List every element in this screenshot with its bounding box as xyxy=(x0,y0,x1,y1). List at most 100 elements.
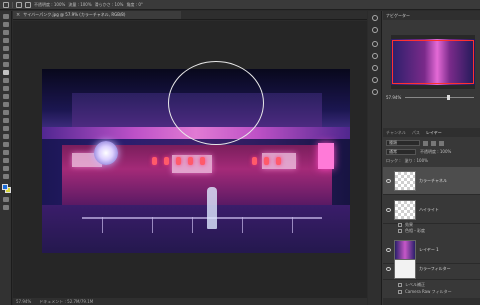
layer-name[interactable]: ハイライト xyxy=(419,207,439,213)
status-zoom[interactable]: 57.94% xyxy=(16,299,31,304)
hand-tool-icon[interactable] xyxy=(3,158,9,163)
brush-settings-panel-icon[interactable] xyxy=(372,89,378,95)
layer-row[interactable]: カラーチャネル xyxy=(383,167,480,195)
smart-filter-name: レベル補正 xyxy=(405,282,425,287)
quick-mask-icon[interactable] xyxy=(3,197,9,202)
image-round-sign xyxy=(94,141,118,165)
filter-pixel-icon[interactable] xyxy=(423,140,428,146)
layer-fill[interactable]: 塗り : 100% xyxy=(405,158,428,164)
status-doc-size: ドキュメント : 52.7M/79.1M xyxy=(39,298,94,304)
canvas-area[interactable] xyxy=(13,21,367,305)
filter-eye-icon[interactable] xyxy=(398,290,402,294)
eraser-tool-icon[interactable] xyxy=(3,94,9,99)
image-pedestrian xyxy=(207,187,217,229)
layer-filter-row: 種類 xyxy=(383,139,480,147)
image-lantern xyxy=(176,157,181,165)
home-icon[interactable] xyxy=(3,1,9,8)
brush-preset-icon[interactable] xyxy=(16,1,22,8)
opacity-option[interactable]: 不透明度 : 100% xyxy=(34,2,65,8)
more-tools-icon[interactable] xyxy=(3,174,9,179)
properties-icon[interactable] xyxy=(372,77,378,83)
visibility-eye-icon[interactable] xyxy=(386,247,391,252)
crop-tool-icon[interactable] xyxy=(3,46,9,51)
filter-eye-icon[interactable] xyxy=(398,283,402,287)
layer-row[interactable]: ハイライト xyxy=(383,196,480,224)
tab-paths[interactable]: パス xyxy=(412,130,420,136)
options-bar: 不透明度 : 100% 流量 : 100% 滑らかさ : 10% 角度 : 0° xyxy=(0,0,480,10)
gradient-tool-icon[interactable] xyxy=(3,102,9,107)
tools-panel xyxy=(0,11,12,305)
color-icon[interactable] xyxy=(372,41,378,47)
layer-name[interactable]: レイヤー 1 xyxy=(419,247,439,253)
smart-filter-item[interactable]: Camera Raw フィルター xyxy=(398,289,480,295)
lock-row: ロック : 塗り : 100% xyxy=(383,157,480,165)
foreground-color-swatch[interactable] xyxy=(2,184,8,190)
brush-tool-icon[interactable] xyxy=(3,70,9,75)
layer-opacity[interactable]: 不透明度 : 100% xyxy=(420,149,451,155)
type-tool-icon[interactable] xyxy=(3,134,9,139)
image-railing-post xyxy=(152,217,153,233)
eyedropper-tool-icon[interactable] xyxy=(3,54,9,59)
image-railing-post xyxy=(242,217,243,233)
layers-footer xyxy=(383,298,480,305)
layer-row[interactable]: カラーフィルター xyxy=(383,258,480,280)
history-icon[interactable] xyxy=(372,15,378,21)
layer-kind-filter[interactable]: 種類 xyxy=(386,140,420,146)
navigator-view-box[interactable] xyxy=(392,40,474,84)
path-select-tool-icon[interactable] xyxy=(3,142,9,147)
pen-tool-icon[interactable] xyxy=(3,126,9,131)
image-railing xyxy=(82,217,322,219)
lasso-tool-icon[interactable] xyxy=(3,30,9,35)
flow-option[interactable]: 流量 : 100% xyxy=(68,2,91,8)
layer-thumbnail xyxy=(394,258,416,279)
layer-effect-item[interactable]: 色相・彩度 xyxy=(398,228,480,234)
stamp-tool-icon[interactable] xyxy=(3,78,9,83)
angle-option[interactable]: 角度 : 0° xyxy=(126,2,142,8)
document-title: サイバーパンク.jpg @ 57.9% (カラーチャネル, RGB/8) xyxy=(23,12,126,17)
move-tool-icon[interactable] xyxy=(3,14,9,19)
visibility-eye-icon[interactable] xyxy=(386,266,391,271)
healing-tool-icon[interactable] xyxy=(3,62,9,67)
effect-icon xyxy=(398,223,402,227)
image-lantern xyxy=(252,157,257,165)
blend-mode-select[interactable]: 通常 xyxy=(386,149,416,155)
image-lantern xyxy=(152,157,157,165)
blur-tool-icon[interactable] xyxy=(3,110,9,115)
document-tab[interactable]: × サイバーパンク.jpg @ 57.9% (カラーチャネル, RGB/8) xyxy=(13,11,181,20)
filter-adjustment-icon[interactable] xyxy=(431,140,436,146)
smoothing-option[interactable]: 滑らかさ : 10% xyxy=(95,2,124,8)
navigator-zoom-value[interactable]: 57.94% xyxy=(386,95,401,100)
zoom-slider-handle[interactable] xyxy=(446,94,450,100)
image-lantern xyxy=(264,157,269,165)
close-icon[interactable]: × xyxy=(16,12,20,18)
visibility-eye-icon[interactable] xyxy=(386,178,391,183)
info-icon[interactable] xyxy=(372,27,378,33)
history-brush-tool-icon[interactable] xyxy=(3,86,9,91)
zoom-slider[interactable] xyxy=(405,94,474,100)
zoom-tool-icon[interactable] xyxy=(3,166,9,171)
navigator-title[interactable]: ナビゲーター xyxy=(386,13,410,19)
smart-filter-item[interactable]: レベル補正 xyxy=(398,282,480,288)
image-railing-post xyxy=(102,217,103,233)
tab-layers[interactable]: レイヤー xyxy=(426,130,442,136)
quick-select-tool-icon[interactable] xyxy=(3,38,9,43)
visibility-eye-icon[interactable] xyxy=(386,207,391,212)
tab-channels[interactable]: チャンネル xyxy=(386,130,406,136)
layer-name[interactable]: カラーフィルター xyxy=(419,266,451,272)
swatches-icon[interactable] xyxy=(372,53,378,59)
image-railing-post xyxy=(292,217,293,233)
screen-mode-icon[interactable] xyxy=(3,205,9,210)
navigator-preview[interactable] xyxy=(391,35,475,89)
marquee-tool-icon[interactable] xyxy=(3,22,9,27)
layer-name[interactable]: カラーチャネル xyxy=(419,178,447,184)
effect-icon xyxy=(398,229,402,233)
status-bar: 57.94% ドキュメント : 52.7M/79.1M xyxy=(13,298,367,305)
layer-thumbnail xyxy=(394,199,416,220)
shape-tool-icon[interactable] xyxy=(3,150,9,155)
filter-type-icon[interactable] xyxy=(439,140,444,146)
panel-icon-column xyxy=(368,11,382,305)
dodge-tool-icon[interactable] xyxy=(3,118,9,123)
adjustments-icon[interactable] xyxy=(372,65,378,71)
image-vertical-sign xyxy=(318,143,334,169)
brush-settings-icon[interactable] xyxy=(25,1,31,8)
